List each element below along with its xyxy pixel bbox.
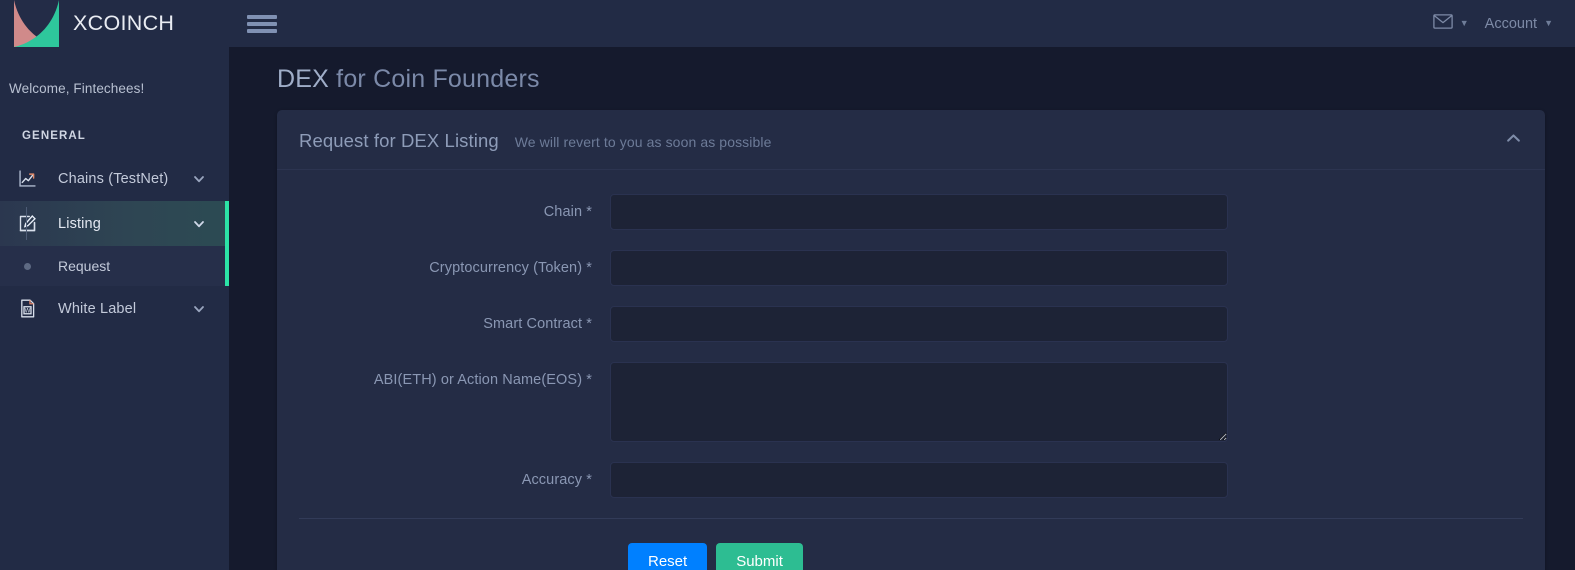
topbar: ▼ Account ▼	[229, 0, 1575, 47]
field-wrap-smart-contract	[610, 306, 1228, 342]
sidebar-item-white-label[interactable]: W White Label	[0, 286, 229, 331]
reset-button[interactable]: Reset	[628, 543, 708, 570]
chevron-up-icon[interactable]	[1503, 128, 1523, 148]
app-root: XCOINCH Welcome, Fintechees! GENERAL Cha…	[0, 0, 1575, 570]
chevron-down-icon[interactable]	[193, 173, 205, 185]
smart-contract-input[interactable]	[610, 306, 1228, 342]
line-chart-icon	[14, 166, 40, 192]
envelope-icon[interactable]	[1432, 14, 1453, 33]
field-wrap-cryptocurrency	[610, 250, 1228, 286]
form-row-chain: Chain *	[277, 194, 1545, 230]
page-title-strong: DEX	[277, 65, 330, 93]
main-area: ▼ Account ▼ DEX for Coin Founders Reques…	[229, 0, 1575, 570]
account-label: Account	[1484, 15, 1538, 32]
caret-down-icon[interactable]: ▼	[1460, 19, 1469, 28]
mail-menu[interactable]: ▼	[1427, 10, 1475, 37]
account-menu[interactable]: Account ▼	[1479, 12, 1559, 36]
field-wrap-accuracy	[610, 462, 1228, 498]
form-row-cryptocurrency: Cryptocurrency (Token) *	[277, 250, 1545, 286]
form-row-abi: ABI(ETH) or Action Name(EOS) *	[277, 362, 1545, 442]
sidebar-nav: Chains (TestNet) Listing Request W White…	[0, 156, 229, 331]
label-cryptocurrency: Cryptocurrency (Token) *	[429, 260, 592, 276]
topbar-right: ▼ Account ▼	[1427, 10, 1559, 37]
accuracy-input[interactable]	[610, 462, 1228, 498]
chevron-down-icon[interactable]	[193, 303, 205, 315]
card-body: Chain * Cryptocurrency (Token) * Smart C…	[277, 170, 1545, 570]
sidebar-item-request[interactable]: Request	[0, 246, 229, 286]
sidebar-item-label: White Label	[58, 300, 137, 317]
submit-button[interactable]: Submit	[716, 543, 803, 570]
brand[interactable]: XCOINCH	[0, 0, 229, 47]
chevron-down-icon[interactable]	[193, 218, 205, 230]
cryptocurrency-input[interactable]	[610, 250, 1228, 286]
sidebar: XCOINCH Welcome, Fintechees! GENERAL Cha…	[0, 0, 229, 570]
sidebar-menu-caption: GENERAL	[22, 130, 86, 142]
sidebar-item-label: Chains (TestNet)	[58, 170, 169, 187]
word-document-icon: W	[14, 296, 40, 322]
form-row-accuracy: Accuracy *	[277, 462, 1545, 498]
page-title: DEX for Coin Founders	[247, 47, 1551, 110]
card-subtitle: We will revert to you as soon as possibl…	[514, 134, 772, 150]
field-wrap-abi	[610, 362, 1228, 442]
label-chain: Chain *	[543, 204, 592, 220]
xcoinch-logo-icon	[9, 0, 64, 47]
sidebar-submenu-listing: Request	[0, 246, 229, 286]
edit-square-icon	[14, 211, 40, 237]
abi-textarea[interactable]	[610, 362, 1228, 442]
card-title: Request for DEX Listing	[299, 130, 499, 151]
hamburger-menu-icon[interactable]	[247, 13, 277, 35]
page-title-rest: for Coin Founders	[336, 65, 540, 93]
welcome-message: Welcome, Fintechees!	[9, 81, 145, 96]
label-smart-contract: Smart Contract *	[483, 316, 592, 332]
sidebar-item-chains[interactable]: Chains (TestNet)	[0, 156, 229, 201]
label-accuracy: Accuracy *	[521, 472, 592, 488]
sidebar-item-label: Listing	[58, 215, 101, 232]
form-row-smart-contract: Smart Contract *	[277, 306, 1545, 342]
chain-input[interactable]	[610, 194, 1228, 230]
sidebar-subitem-label: Request	[58, 258, 111, 274]
caret-down-icon[interactable]: ▼	[1544, 19, 1553, 28]
form-actions: Reset Submit	[277, 519, 1545, 570]
label-abi: ABI(ETH) or Action Name(EOS) *	[373, 372, 592, 388]
brand-name: XCOINCH	[73, 11, 175, 35]
content-area: DEX for Coin Founders Request for DEX Li…	[229, 47, 1575, 570]
field-wrap-chain	[610, 194, 1228, 230]
bullet-dot-icon	[14, 262, 40, 270]
sidebar-item-listing[interactable]: Listing	[0, 201, 229, 246]
request-card: Request for DEX Listing We will revert t…	[277, 110, 1545, 570]
svg-text:W: W	[24, 308, 30, 315]
card-header: Request for DEX Listing We will revert t…	[277, 110, 1545, 170]
